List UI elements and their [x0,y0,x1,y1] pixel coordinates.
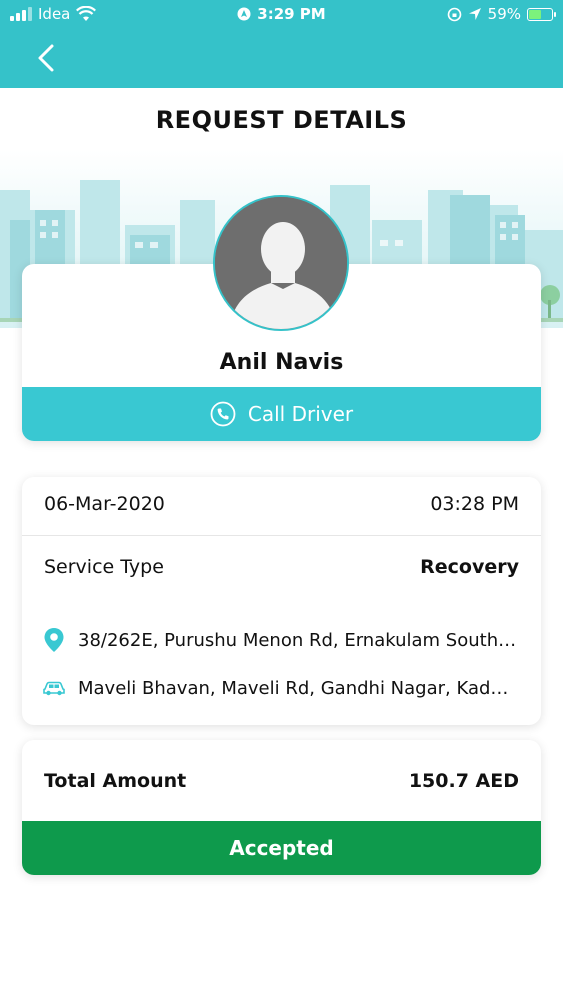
request-status-label: Accepted [229,836,334,860]
chevron-left-icon [38,44,54,72]
call-driver-label: Call Driver [247,402,354,426]
pickup-address: 38/262E, Purushu Menon Rd, Ernakulam Sou… [78,629,519,651]
map-pin-icon [42,627,66,653]
request-time: 03:28 PM [430,493,519,515]
dropoff-location-row: Maveli Bhavan, Maveli Rd, Gandhi Nagar, … [42,675,519,701]
date-time-row: 06-Mar-2020 03:28 PM [44,493,519,515]
orientation-lock-icon [447,7,461,21]
battery-icon [527,7,556,21]
call-driver-button[interactable]: Call Driver [22,387,541,441]
driver-avatar [213,195,349,331]
request-status-banner: Accepted [22,821,541,875]
navigation-bar [0,28,563,88]
battery-level [529,9,542,19]
page-title: REQUEST DETAILS [155,106,408,134]
status-right: 59% [447,5,556,23]
total-amount-row: Total Amount 150.7 AED [44,770,519,792]
person-silhouette-icon [215,197,347,329]
service-type-value: Recovery [420,556,519,578]
request-date: 06-Mar-2020 [44,493,165,515]
amount-card: Total Amount 150.7 AED Accepted [22,740,541,875]
driver-name: Anil Navis [219,350,344,375]
dropoff-address: Maveli Bhavan, Maveli Rd, Gandhi Nagar, … [78,677,519,699]
pickup-location-row: 38/262E, Purushu Menon Rd, Ernakulam Sou… [42,627,519,653]
phone-icon [210,401,236,427]
total-amount-value: 150.7 AED [408,770,519,792]
request-details-card: 06-Mar-2020 03:28 PM Service Type Recove… [22,477,541,725]
location-services-icon [237,7,251,21]
total-amount-label: Total Amount [44,770,187,792]
service-type-row: Service Type Recovery [44,556,519,578]
clock: 3:29 PM [257,5,326,23]
service-type-label: Service Type [44,556,164,578]
battery-percent: 59% [487,5,521,23]
status-bar: Idea 3:29 PM 59% [0,0,563,28]
back-button[interactable] [30,40,66,76]
car-icon [42,675,66,701]
divider [22,535,541,536]
navigation-arrow-icon [468,8,481,20]
